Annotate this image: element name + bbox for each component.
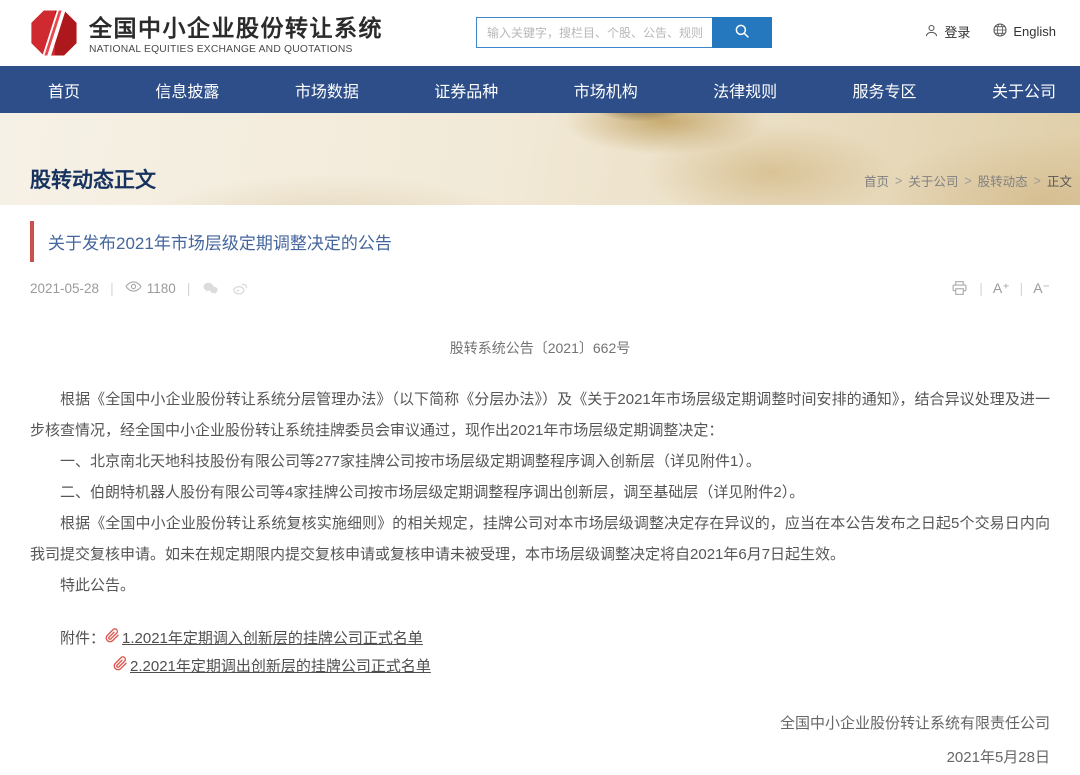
search-icon [733,22,751,43]
article-title-block: 关于发布2021年市场层级定期调整决定的公告 [30,221,1050,262]
paperclip-icon [113,656,128,675]
breadcrumb-separator: > [895,174,902,188]
nav-item-institutions[interactable]: 市场机构 [570,78,642,102]
article-tools: | A⁺ | A⁻ [950,279,1050,297]
font-decrease-button[interactable]: A⁻ [1033,280,1050,297]
font-increase-button[interactable]: A⁺ [993,280,1010,297]
language-label: English [1013,24,1056,39]
attachment-link-1[interactable]: 1.2021年定期调入创新层的挂牌公司正式名单 [105,627,423,648]
breadcrumb-separator: > [1034,174,1041,188]
breadcrumb-separator: > [964,174,971,188]
meta-left: 2021-05-28 | 1180 | [30,278,249,298]
site-search [476,17,772,48]
logo-subtitle: NATIONAL EQUITIES EXCHANGE AND QUOTATION… [89,44,383,55]
search-button[interactable] [712,17,772,48]
breadcrumb-news[interactable]: 股转动态 [978,171,1028,190]
meta-divider: | [110,280,114,296]
publish-date: 2021-05-28 [30,281,99,296]
attachment-link-2[interactable]: 2.2021年定期调出创新层的挂牌公司正式名单 [113,655,431,676]
signature-date: 2021年5月28日 [30,741,1050,775]
article-body: 根据《全国中小企业股份转让系统分层管理办法》（以下简称《分层办法》）及《关于20… [30,384,1050,601]
article: 关于发布2021年市场层级定期调整决定的公告 2021-05-28 | 1180… [0,221,1080,775]
user-icon [924,23,939,41]
header-utilities: 登录 English [924,22,1056,41]
nav-item-disclosure[interactable]: 信息披露 [151,78,223,102]
eye-icon [125,278,142,298]
attachment-link-label: 1.2021年定期调入创新层的挂牌公司正式名单 [122,627,423,648]
announcement-number: 股转系统公告〔2021〕662号 [30,338,1050,358]
view-counter: 1180 [125,278,176,298]
language-link[interactable]: English [992,22,1056,41]
attachment-link-label: 2.2021年定期调出创新层的挂牌公司正式名单 [130,655,431,676]
meta-divider: | [979,280,983,296]
nav-item-rules[interactable]: 法律规则 [709,78,781,102]
paragraph: 根据《全国中小企业股份转让系统复核实施细则》的相关规定，挂牌公司对本市场层级调整… [30,508,1050,570]
meta-divider: | [187,280,191,296]
main-nav: 首页 信息披露 市场数据 证券品种 市场机构 法律规则 服务专区 关于公司 [0,66,1080,113]
paragraph: 根据《全国中小企业股份转让系统分层管理办法》（以下简称《分层办法》）及《关于20… [30,384,1050,446]
attachments: 附件： 1.2021年定期调入创新层的挂牌公司正式名单 [30,623,1050,679]
logo-text: 全国中小企业股份转让系统 NATIONAL EQUITIES EXCHANGE … [89,16,383,54]
signature-block: 全国中小企业股份转让系统有限责任公司 2021年5月28日 [30,707,1050,775]
site-logo[interactable]: 全国中小企业股份转让系统 NATIONAL EQUITIES EXCHANGE … [30,9,383,62]
view-count: 1180 [147,281,176,296]
paragraph: 二、伯朗特机器人股份有限公司等4家挂牌公司按市场层级定期调整程序调出创新层，调至… [30,477,1050,508]
signature-company: 全国中小企业股份转让系统有限责任公司 [30,707,1050,741]
login-link[interactable]: 登录 [924,22,970,41]
breadcrumb-home[interactable]: 首页 [864,171,889,190]
paragraph: 特此公告。 [30,570,1050,601]
nav-item-market-data[interactable]: 市场数据 [291,78,363,102]
neeq-logo-icon [30,9,78,62]
article-title: 关于发布2021年市场层级定期调整决定的公告 [48,229,1050,254]
meta-divider: | [1020,280,1024,296]
page-banner: 股转动态正文 首页 > 关于公司 > 股转动态 > 正文 [0,113,1080,205]
page: 全国中小企业股份转让系统 NATIONAL EQUITIES EXCHANGE … [0,0,1080,775]
breadcrumb-current: 正文 [1047,171,1072,190]
print-icon[interactable] [950,279,969,297]
weibo-share-icon[interactable] [231,280,249,297]
nav-item-securities[interactable]: 证券品种 [430,78,502,102]
nav-item-services[interactable]: 服务专区 [849,78,921,102]
breadcrumb-about[interactable]: 关于公司 [908,171,958,190]
site-header: 全国中小企业股份转让系统 NATIONAL EQUITIES EXCHANGE … [0,0,1080,66]
attachment-row: 附件： 1.2021年定期调入创新层的挂牌公司正式名单 [60,623,1050,651]
paragraph: 一、北京南北天地科技股份有限公司等277家挂牌公司按市场层级定期调整程序调入创新… [30,446,1050,477]
article-meta: 2021-05-28 | 1180 | [30,278,1050,298]
attachment-row: 2.2021年定期调出创新层的挂牌公司正式名单 [60,651,1050,679]
attachments-label: 附件： [60,627,105,648]
nav-item-home[interactable]: 首页 [44,78,84,102]
globe-icon [992,22,1008,41]
page-title: 股转动态正文 [30,164,156,194]
search-input[interactable] [476,17,712,48]
breadcrumb: 首页 > 关于公司 > 股转动态 > 正文 [864,171,1072,190]
logo-title: 全国中小企业股份转让系统 [89,16,383,41]
nav-item-about[interactable]: 关于公司 [988,78,1060,102]
paperclip-icon [105,628,120,647]
login-label: 登录 [944,22,970,41]
wechat-share-icon[interactable] [201,280,220,297]
